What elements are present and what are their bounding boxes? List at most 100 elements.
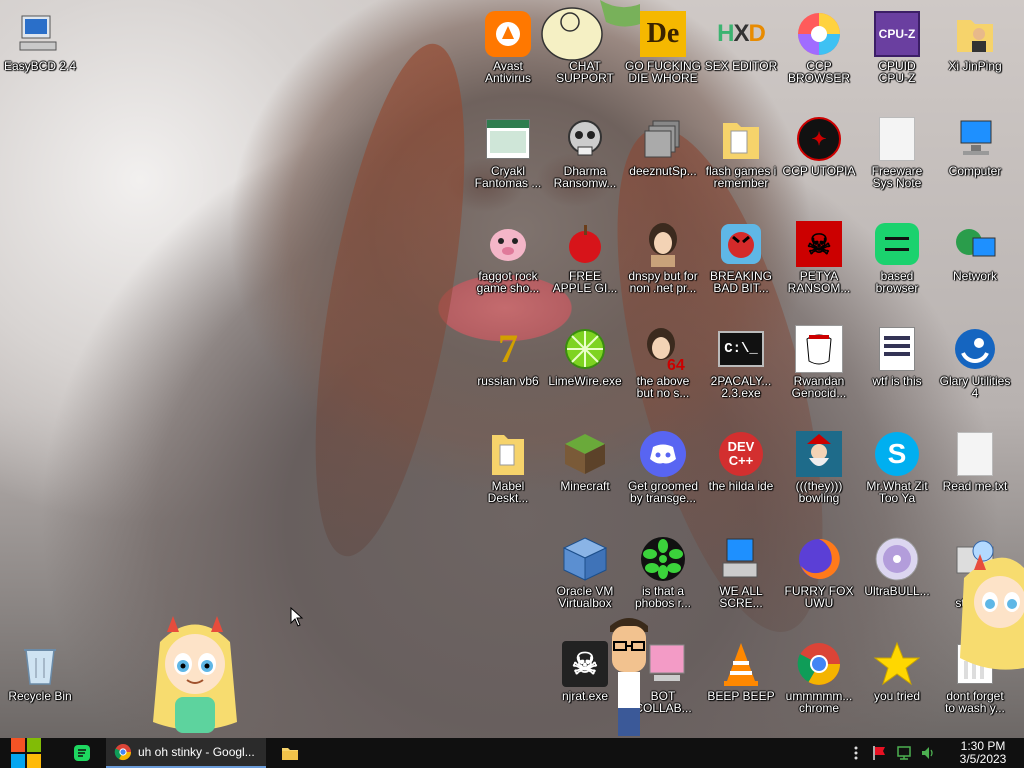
read-me-icon — [951, 430, 999, 478]
desktop-icon-rwandan[interactable]: Rwandan Genocid... — [779, 319, 859, 421]
desktop-icon-label: FREE APPLE GI... — [552, 269, 618, 295]
die-icon: De — [639, 10, 687, 58]
start-button[interactable] — [0, 738, 52, 768]
desktop-icon-based-browser[interactable]: based browser — [857, 214, 937, 316]
faggot-rock-icon — [484, 220, 532, 268]
deeznuts-icon — [639, 115, 687, 163]
breaking-bad-icon — [717, 220, 765, 268]
furry-fox-icon — [795, 535, 843, 583]
desktop-icon-ultrabull[interactable]: UltraBULL... — [857, 529, 937, 631]
desktop-icon-you-tried[interactable]: you tried — [857, 634, 937, 736]
desktop-icon-label: CCP BROWSER — [787, 59, 850, 85]
desktop-icon-recycle-bin[interactable]: Recycle Bin — [0, 634, 80, 736]
desktop-icon-flash-games[interactable]: flash games i remember — [701, 109, 781, 211]
desktop-icon-deeznuts[interactable]: deeznutSp... — [623, 109, 703, 211]
desktop-icon-dnspy[interactable]: dnspy but for non .net pr... — [623, 214, 703, 316]
ultrabull-icon — [873, 535, 921, 583]
desktop-icon-beep-beep[interactable]: BEEP BEEP — [701, 634, 781, 736]
tray-volume[interactable] — [918, 738, 938, 768]
windows-logo-icon — [11, 738, 41, 768]
desktop-icon-easybcd[interactable]: EasyBCD 2.4 — [0, 4, 80, 106]
tray-action-center[interactable] — [870, 738, 890, 768]
desktop-icon-freeware[interactable]: Freeware Sys Note — [857, 109, 937, 211]
desktop-icon-label: Get groomed by transge... — [627, 479, 699, 505]
desktop-icon-we-all-scream[interactable]: WE ALL SCRE... — [701, 529, 781, 631]
desktop-icon-free-apple[interactable]: FREE APPLE GI... — [545, 214, 625, 316]
desktop-icon-wtf-is-this[interactable]: wtf is this — [857, 319, 937, 421]
desktop-icon-mabel[interactable]: Mabel Deskt... — [468, 424, 548, 526]
hank-hill-sticker — [604, 612, 654, 738]
desktop-icon-cpuz[interactable]: CPU-Z CPUID CPU-Z — [857, 4, 937, 106]
desktop-icon-furry-fox[interactable]: FURRY FOX UWU — [779, 529, 859, 631]
tray-overflow-button[interactable] — [846, 738, 866, 768]
desktop-icon-glary[interactable]: Glary Utilities 4 — [935, 319, 1015, 421]
desktop-icon-hilda[interactable]: DEV C++ the hilda ide — [701, 424, 781, 526]
desktop-icon-ccp-browser[interactable]: CCP BROWSER — [779, 4, 859, 106]
taskbar-file-explorer-button[interactable] — [270, 738, 310, 768]
desktop-icon-label: Glary Utilities 4 — [939, 374, 1011, 400]
desktop-icon-label: Rwandan Genocid... — [791, 374, 847, 400]
desktop-icon-label: Network — [952, 269, 997, 283]
desktop-icon-label: (((they))) bowling — [795, 479, 843, 505]
folder-icon — [282, 748, 298, 760]
chrome-icon — [795, 640, 843, 688]
desktop-icon-hxd[interactable]: HXD SEX EDITOR — [701, 4, 781, 106]
minecraft-icon — [561, 430, 609, 478]
desktop-icon-faggot-rock[interactable]: faggot rock game sho... — [468, 214, 548, 316]
desktop-icon-read-me[interactable]: Read me.txt — [935, 424, 1015, 526]
desktop-icon-label: LimeWire.exe — [548, 374, 622, 388]
hilda-icon: DEV C++ — [717, 430, 765, 478]
you-tried-icon — [873, 640, 921, 688]
desktop-icon-2pacaly[interactable]: C:\_ 2PACALY... 2.3.exe — [701, 319, 781, 421]
desktop-icon-label: Recycle Bin — [8, 689, 72, 703]
volume-icon — [922, 747, 933, 759]
desktop-icon-dharma[interactable]: Dharma Ransomw... — [545, 109, 625, 211]
desktop-icon-breaking-bad[interactable]: BREAKING BAD BIT... — [701, 214, 781, 316]
desktop-icon-label: WE ALL SCRE... — [719, 584, 763, 610]
desktop-icon-petya[interactable]: ☠ PETYA RANSOM... — [779, 214, 859, 316]
njrat-icon: ☠ — [561, 640, 609, 688]
skype-icon: S — [873, 430, 921, 478]
taskbar-clock[interactable]: 1:30 PM 3/5/2023 — [948, 740, 1018, 766]
desktop-icon-label: FURRY FOX UWU — [784, 584, 854, 610]
dnspy-icon — [639, 220, 687, 268]
petya-icon: ☠ — [795, 220, 843, 268]
desktop-icon-chrome[interactable]: ummmmm... chrome — [779, 634, 859, 736]
cpuz-icon: CPU-Z — [873, 10, 921, 58]
desktop-icon-minecraft[interactable]: Minecraft — [545, 424, 625, 526]
desktop-icon-avast[interactable]: Avast Antivirus — [468, 4, 548, 106]
desktop-icon-limewire[interactable]: LimeWire.exe — [545, 319, 625, 421]
2pacaly-icon: C:\_ — [717, 325, 765, 373]
desktop-icon-label: deeznutSp... — [629, 164, 697, 178]
avast-icon — [484, 10, 532, 58]
desktop-icon-computer[interactable]: Computer — [935, 109, 1015, 211]
pepe-hand-sticker — [540, 0, 644, 67]
desktop-icon-cryakl[interactable]: Cryakl Fantomas ... — [468, 109, 548, 211]
desktop-icon-label: Mabel Deskt... — [487, 479, 529, 505]
desktop-icon-the-above[interactable]: 64 the above but no s... — [623, 319, 703, 421]
desktop-icon-label: CPUID CPU-Z — [878, 59, 916, 85]
desktop-icon-label: based browser — [875, 269, 919, 295]
limewire-icon — [561, 325, 609, 373]
desktop-icon-skype[interactable]: S Mr.What Zit Too Ya — [857, 424, 937, 526]
desktop-icon-network[interactable]: Network — [935, 214, 1015, 316]
taskbar-spotify-button[interactable] — [62, 738, 102, 768]
desktop-icon-label: Freeware Sys Note — [871, 164, 923, 190]
desktop-icon-they-bowling[interactable]: (((they))) bowling — [779, 424, 859, 526]
taskbar: uh oh stinky - Googl... 1:30 PM 3/5/2023 — [0, 738, 1024, 768]
desktop-icon-label: Oracle VM Virtualbox — [556, 584, 614, 610]
taskbar-chrome-window[interactable]: uh oh stinky - Googl... — [106, 738, 266, 768]
they-bowling-icon — [795, 430, 843, 478]
virtualbox-icon — [561, 535, 609, 583]
desktop-icon-ccp-utopia[interactable]: ✦ CCP UTOPIA — [779, 109, 859, 211]
star-butterfly-sticker — [145, 612, 245, 738]
desktop-icon-label: ummmmm... chrome — [785, 689, 853, 715]
desktop-icon-label: CCP UTOPIA — [782, 164, 856, 178]
tray-network[interactable] — [894, 738, 914, 768]
desktop-icon-xijinping[interactable]: Xi JinPing — [935, 4, 1015, 106]
xijinping-icon — [951, 10, 999, 58]
recycle-bin-icon — [16, 640, 64, 688]
desktop-icon-discord[interactable]: Get groomed by transge... — [623, 424, 703, 526]
desktop-icon-russian-vb6[interactable]: 7 russian vb6 — [468, 319, 548, 421]
beep-beep-icon — [717, 640, 765, 688]
